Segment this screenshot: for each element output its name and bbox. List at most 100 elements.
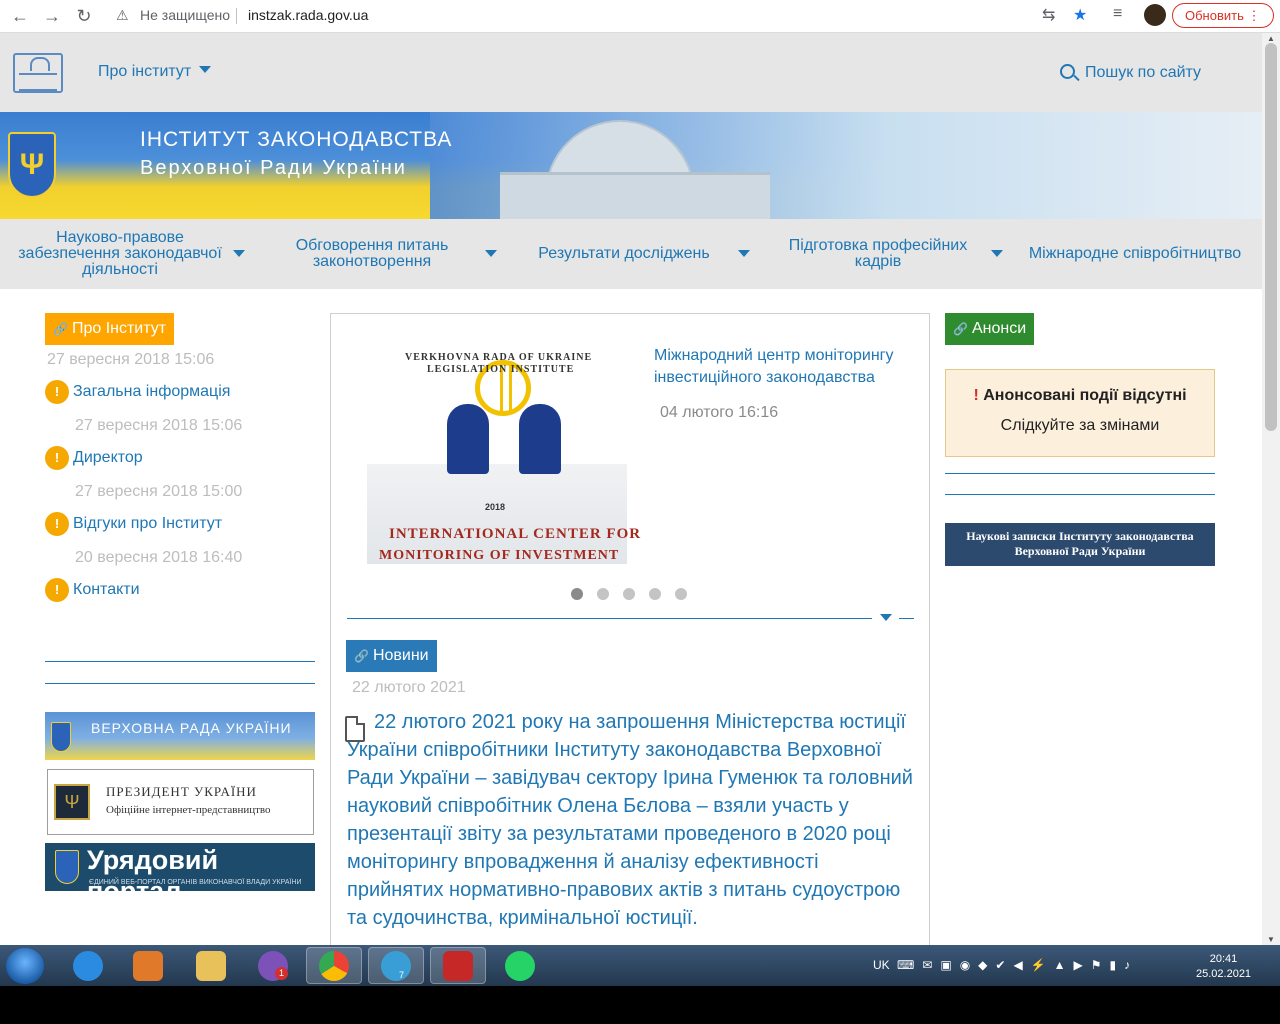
verkhovna-rada-banner[interactable]: ВЕРХОВНА РАДА УКРАЇНИ xyxy=(45,712,315,760)
banner-subtitle: Верховної Ради України xyxy=(140,157,407,179)
media-player-icon xyxy=(133,950,163,981)
vru-banner-text: ВЕРХОВНА РАДА УКРАЇНИ xyxy=(91,720,292,736)
left-link-contacts[interactable]: Контакти xyxy=(73,581,140,599)
viber-badge: 1 xyxy=(275,967,288,980)
about-menu-label: Про інститут xyxy=(98,63,192,80)
address-bar[interactable]: instzak.rada.gov.ua xyxy=(248,7,368,23)
left-link-general-info[interactable]: Загальна інформація xyxy=(73,383,230,401)
page-scrollbar[interactable]: ▲ ▼ xyxy=(1262,33,1280,945)
scientific-notes-banner[interactable]: Наукові записки Інституту законодавства … xyxy=(945,523,1215,566)
ie-icon xyxy=(73,950,103,981)
slide-date: 04 лютого 16:16 xyxy=(660,404,779,421)
warning-icon[interactable]: ⚠ xyxy=(116,7,129,24)
nav-item-training[interactable]: Підготовка професійних кадрів xyxy=(778,219,978,289)
slider-dot[interactable] xyxy=(675,588,687,600)
left-link-director[interactable]: Директор xyxy=(73,449,143,467)
chevron-down-icon[interactable] xyxy=(991,250,1003,257)
nav-item-legal-support[interactable]: Науково-правове забезпечення законодавчо… xyxy=(14,219,234,289)
chrome-taskbar-icon[interactable] xyxy=(306,947,362,984)
slide-image-line1: VERKHOVNA RADA OF UKRAINE xyxy=(405,352,593,363)
update-button[interactable]: Обновить ⋮ xyxy=(1172,3,1274,28)
gov-portal-title: Урядовий портал xyxy=(87,845,219,906)
clock-date: 25.02.2021 xyxy=(1196,968,1252,980)
bookmark-star-icon[interactable]: ★ xyxy=(1073,5,1087,25)
trident-icon: Ψ xyxy=(8,132,56,198)
language-indicator[interactable]: UK xyxy=(873,958,890,972)
slide-image-year: 2018 xyxy=(485,502,506,512)
nav-item-discussion[interactable]: Обговорення питань законотворення xyxy=(282,219,462,289)
president-banner[interactable]: Ψ ПРЕЗИДЕНТ УКРАЇНИ Офіційне інтернет-пр… xyxy=(47,769,314,835)
about-institute-tag[interactable]: 🔗 Про Інститут xyxy=(45,313,175,345)
chevron-down-icon[interactable] xyxy=(738,250,750,257)
media-player-taskbar-icon[interactable] xyxy=(120,947,176,984)
left-item-date: 20 вересня 2018 16:40 xyxy=(75,549,243,566)
chevron-down-icon[interactable] xyxy=(485,250,497,257)
slider-dot[interactable] xyxy=(623,588,635,600)
divider xyxy=(347,618,872,619)
security-label[interactable]: Не защищено xyxy=(140,7,230,23)
system-tray-icons[interactable]: ⌨✉▣◉◆✔◀⚡▲▶⚑▮♪ xyxy=(897,958,1138,972)
chevron-down-icon[interactable] xyxy=(233,250,245,257)
telegram-badge: 7 xyxy=(399,970,405,980)
telegram-taskbar-icon[interactable]: 7 xyxy=(368,947,424,984)
left-item-date: 27 вересня 2018 15:06 xyxy=(75,417,243,434)
about-menu[interactable]: Про інститут xyxy=(98,63,212,81)
news-date: 22 лютого 2021 xyxy=(352,679,466,696)
reload-icon[interactable]: ↻ xyxy=(72,4,96,28)
explorer-taskbar-icon[interactable] xyxy=(183,947,239,984)
reading-list-icon[interactable]: ≡ xyxy=(1113,5,1122,23)
profile-avatar[interactable] xyxy=(1144,4,1166,26)
slide-image[interactable]: VERKHOVNA RADA OF UKRAINE LEGISLATION IN… xyxy=(347,334,643,566)
chevron-down-icon[interactable] xyxy=(880,614,892,621)
exclamation-icon: ! xyxy=(45,512,69,536)
government-portal-banner[interactable]: Урядовий портал ЄДИНИЙ ВЕБ-ПОРТАЛ ОРГАНІ… xyxy=(45,843,315,906)
translate-icon[interactable]: ⇆ xyxy=(1042,5,1055,25)
left-link-feedback[interactable]: Відгуки про Інститут xyxy=(73,515,222,533)
parliament-logo-icon[interactable] xyxy=(13,53,63,93)
site-search[interactable]: Пошук по сайту xyxy=(1060,64,1201,82)
app-taskbar-icon[interactable] xyxy=(430,947,486,984)
scientific-notes-line2: Верховної Ради України xyxy=(1014,544,1146,558)
divider xyxy=(899,618,914,619)
no-events-label: Анонсовані події відсутні xyxy=(983,387,1187,404)
forward-icon[interactable]: → xyxy=(40,4,64,28)
president-title: ПРЕЗИДЕНТ УКРАЇНИ xyxy=(106,784,257,799)
nav-item-label: Підготовка професійних кадрів xyxy=(788,237,968,270)
news-tag[interactable]: 🔗 Новини xyxy=(346,640,437,672)
page-viewport: Про інститут Пошук по сайту Ψ ІНСТИТУТ З… xyxy=(0,33,1262,945)
scroll-up-icon[interactable]: ▲ xyxy=(1267,34,1275,43)
back-icon[interactable]: ← xyxy=(8,4,32,28)
nav-item-label: Науково-правове забезпечення законодавчо… xyxy=(18,229,222,278)
announcements-tag[interactable]: 🔗 Анонси xyxy=(945,313,1035,345)
nav-item-label: Результати досліджень xyxy=(538,245,710,262)
businessman-figure xyxy=(519,404,561,474)
slide-image-line2: LEGISLATION INSTITUTE xyxy=(427,364,575,375)
trident-icon xyxy=(51,722,71,752)
president-subtitle: Офіційне інтернет-представництво xyxy=(106,804,271,816)
whatsapp-taskbar-icon[interactable] xyxy=(492,947,548,984)
taskbar-clock[interactable]: 20:41 25.02.2021 xyxy=(1196,952,1251,982)
nav-item-label: Обговорення питань законотворення xyxy=(295,237,449,270)
slider-dot[interactable] xyxy=(597,588,609,600)
slider-dot[interactable] xyxy=(571,588,583,600)
nav-item-research[interactable]: Результати досліджень xyxy=(534,219,714,289)
ie-taskbar-icon[interactable] xyxy=(60,947,116,984)
slide-title-link[interactable]: Міжнародний центр моніторингу інвестицій… xyxy=(654,345,914,389)
start-button-icon[interactable] xyxy=(6,948,44,984)
scientific-notes-line1: Наукові записки Інституту законодавства xyxy=(966,529,1194,543)
divider xyxy=(45,661,315,662)
viber-taskbar-icon[interactable]: 1 xyxy=(245,947,301,984)
windows-taskbar: 1 7 UK ⌨✉▣◉◆✔◀⚡▲▶⚑▮♪ 20:41 25.02.2021 xyxy=(0,945,1280,986)
scroll-down-icon[interactable]: ▼ xyxy=(1267,935,1275,944)
site-search-label: Пошук по сайту xyxy=(1085,64,1202,81)
news-body-link[interactable]: 22 лютого 2021 року на запрошення Мініст… xyxy=(347,708,917,932)
nav-item-international[interactable]: Міжнародне співробітництво xyxy=(1024,219,1246,289)
link-icon: 🔗 xyxy=(953,322,968,336)
scrollbar-thumb[interactable] xyxy=(1265,43,1277,431)
news-tag-label: Новини xyxy=(372,647,429,664)
site-banner[interactable]: Ψ ІНСТИТУТ ЗАКОНОДАВСТВА Верховної Ради … xyxy=(0,112,1262,219)
about-institute-tag-label: Про Інститут xyxy=(71,320,167,337)
link-icon: 🔗 xyxy=(53,322,68,336)
slider-dot[interactable] xyxy=(649,588,661,600)
president-emblem-icon: Ψ xyxy=(54,784,90,820)
